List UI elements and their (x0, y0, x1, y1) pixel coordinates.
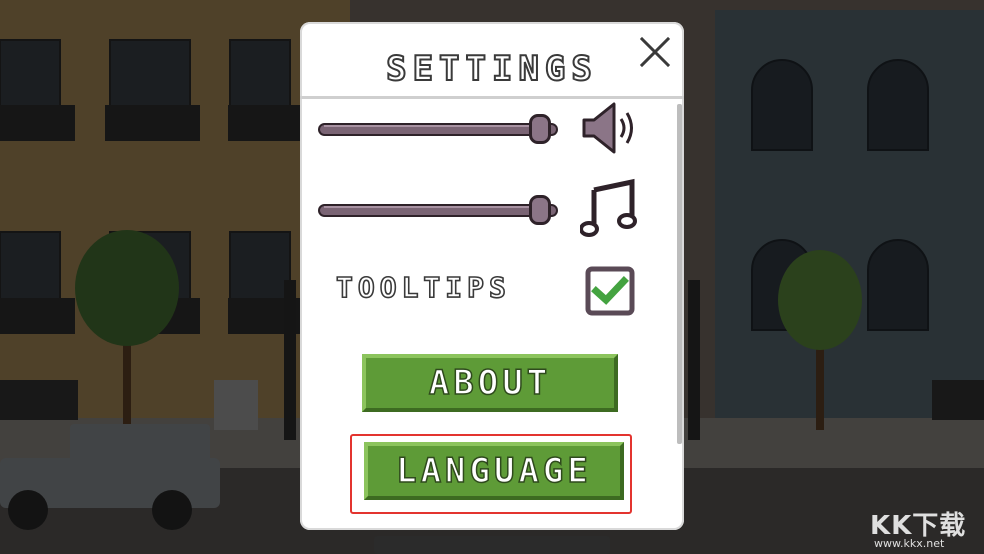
watermark: KK下载 www.kkx.net (868, 505, 982, 553)
bottom-bar (374, 536, 610, 554)
slider-knob[interactable] (529, 195, 551, 225)
tooltips-checkbox[interactable] (585, 266, 635, 316)
close-x-icon[interactable] (637, 34, 673, 70)
panel-scrollbar[interactable] (677, 104, 682, 444)
language-highlight-box (350, 434, 632, 514)
slider-knob[interactable] (529, 114, 551, 144)
about-button[interactable]: ABOUT (362, 354, 618, 412)
tooltips-label: TOOLTIPS (335, 271, 511, 304)
about-button-label: ABOUT (428, 362, 552, 404)
slider-track-fill (324, 206, 529, 208)
settings-title: SETTINGS (385, 49, 598, 89)
music-note-icon (580, 178, 637, 237)
slider-track-fill (324, 125, 529, 127)
watermark-url: www.kkx.net (874, 537, 945, 550)
music-volume-slider[interactable] (318, 195, 558, 225)
sound-volume-slider[interactable] (318, 114, 558, 144)
speaker-icon (582, 102, 633, 154)
